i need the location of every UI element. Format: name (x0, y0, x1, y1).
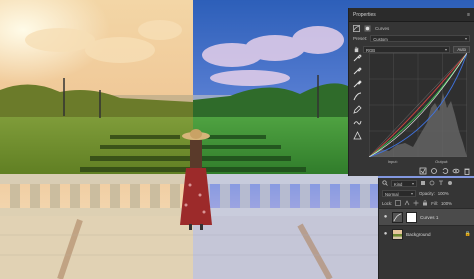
lock-position-icon[interactable] (413, 200, 419, 206)
channel-select[interactable]: RGB (363, 46, 451, 53)
adjustment-layer-icon (353, 24, 360, 32)
layer-mask-thumbnail[interactable] (406, 211, 417, 223)
visibility-icon[interactable] (452, 167, 460, 175)
panel-menu-icon[interactable]: ≡ (467, 12, 470, 18)
lock-icon: 🔒 (464, 231, 471, 237)
lock-label: Lock: (382, 200, 393, 206)
mask-icon[interactable] (364, 24, 371, 32)
properties-title: Properties (353, 11, 376, 18)
curve-point-icon[interactable] (353, 92, 362, 101)
lock-image-icon[interactable] (404, 200, 410, 206)
preset-label: Preset: (353, 36, 368, 41)
properties-footer-icons (419, 167, 471, 175)
filter-type-icon[interactable] (438, 180, 444, 186)
lock-all-icon[interactable] (422, 200, 428, 206)
lock-row: Lock: Fill: 100% (379, 198, 474, 208)
eye-icon[interactable]: ● (382, 214, 389, 220)
eyedropper-white-icon[interactable] (353, 79, 362, 88)
reset-icon[interactable] (441, 167, 449, 175)
input-output-row: Input: Output: (369, 159, 467, 164)
blend-row: Normal Opacity: 100% (379, 188, 474, 198)
auto-button[interactable]: Auto (453, 46, 470, 53)
filter-toggle-icon[interactable] (447, 180, 453, 186)
filter-pixel-icon[interactable] (420, 180, 426, 186)
trash-icon[interactable] (463, 167, 471, 175)
clip-to-layer-icon[interactable] (419, 167, 427, 175)
eyedropper-gray-icon[interactable] (353, 66, 362, 75)
output-label: Output: (435, 159, 449, 164)
smooth-icon[interactable] (353, 118, 362, 127)
background-thumbnail (392, 228, 403, 240)
preset-select[interactable]: Custom (370, 35, 470, 42)
lock-transparent-icon[interactable] (395, 200, 402, 206)
search-icon (382, 180, 388, 186)
adjustment-header: Curves (349, 23, 474, 33)
input-label: Input: (387, 159, 398, 164)
fill-label: Fill: (431, 200, 438, 206)
opacity-value[interactable]: 100% (438, 191, 449, 196)
properties-panel: Properties ≡ Curves Preset: Custom RGB A… (348, 8, 474, 176)
eye-icon[interactable]: ● (382, 231, 389, 237)
layer-filter-select[interactable]: Kind (391, 179, 417, 187)
fill-value[interactable]: 100% (441, 201, 452, 206)
view-previous-icon[interactable] (430, 167, 438, 175)
layer-filter-row: Kind (379, 178, 474, 188)
preset-row: Preset: Custom (349, 33, 474, 44)
eyedropper-black-icon[interactable] (353, 53, 362, 62)
hand-icon[interactable] (353, 46, 360, 53)
layer-row-curves[interactable]: ● Curves 1 (379, 208, 474, 225)
adjustment-name: Curves (375, 25, 390, 31)
curves-graph[interactable] (369, 53, 467, 157)
properties-title-bar: Properties ≡ (349, 8, 474, 22)
warning-icon (353, 131, 362, 140)
blend-mode-select[interactable]: Normal (382, 189, 416, 197)
layer-row-background[interactable]: ● Background 🔒 (379, 225, 474, 242)
layer-name-curves[interactable]: Curves 1 (420, 215, 438, 220)
curve-tools (353, 53, 364, 140)
layer-name-background[interactable]: Background (406, 232, 431, 237)
filter-adjustment-icon[interactable] (429, 180, 435, 186)
opacity-label: Opacity: (419, 190, 435, 196)
curves-adjustment-thumbnail (392, 211, 403, 223)
pencil-icon[interactable] (353, 105, 362, 114)
layers-panel: Kind Normal Opacity: 100% Lock: Fill: 10… (378, 178, 474, 279)
